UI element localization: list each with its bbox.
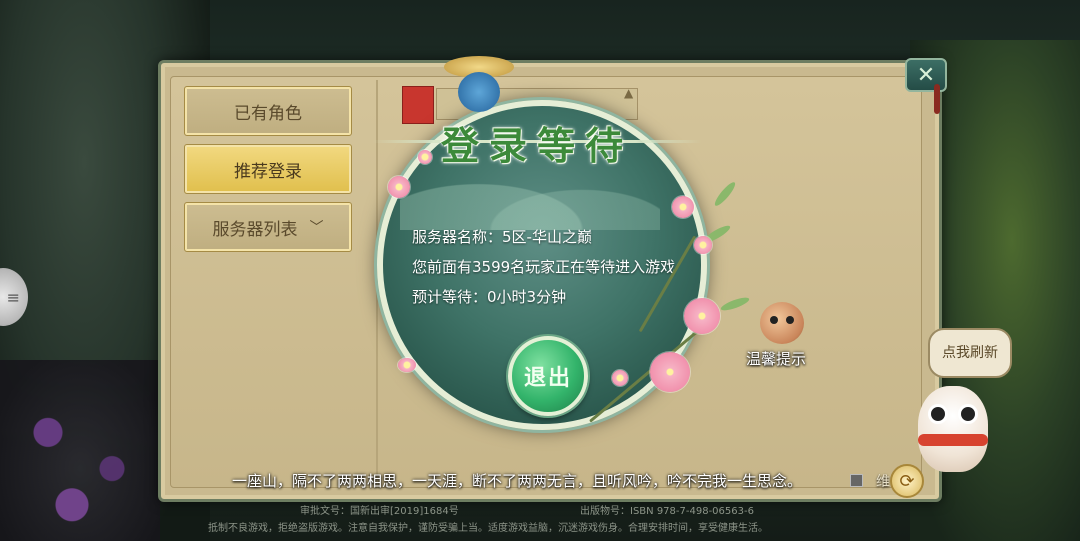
checkbox[interactable] — [850, 474, 863, 487]
warm-tip-label[interactable]: 温馨提示 — [746, 348, 806, 369]
sidebar-item-label: 服务器列表 — [212, 219, 298, 240]
refresh-bubble[interactable]: 点我刷新 — [928, 328, 1012, 378]
server-sidebar — [176, 80, 378, 480]
chevron-down-icon: ﹀ — [309, 220, 324, 236]
side-menu-icon: ≡ — [6, 287, 20, 307]
mascot-face — [458, 72, 500, 112]
approval-number: 审批文号：国新出审[2019]1684号 — [300, 506, 459, 517]
flower-decoration — [388, 176, 410, 198]
purple-flowers — [0, 360, 160, 541]
bird-eye — [770, 316, 778, 324]
owl-eye — [958, 404, 978, 424]
lyric-tail: 维 — [876, 474, 890, 490]
flower-decoration — [612, 370, 628, 386]
lyric-marquee: 一座山，隔不了两两相思，一天涯，断不了两两无言，且听风吟，吟不完我一生思念。 — [232, 472, 803, 490]
sidebar-item-server-list[interactable]: 服务器列表 ﹀ — [184, 202, 352, 252]
refresh-cycle-icon: ⟳ — [899, 470, 915, 492]
exit-button-label: 退出 — [523, 365, 572, 391]
tassel-decoration — [934, 84, 940, 114]
sidebar-item-label: 已有角色 — [234, 103, 302, 124]
close-button[interactable]: ✕ — [905, 58, 947, 92]
sidebar-item-label: 推荐登录 — [234, 161, 302, 182]
owl-mascot[interactable] — [918, 386, 988, 472]
refresh-label: 点我刷新 — [942, 344, 998, 361]
sidebar-item-existing-roles[interactable]: 已有角色 — [184, 86, 352, 136]
owl-scarf — [918, 434, 988, 446]
bird-mascot[interactable] — [760, 302, 804, 344]
mascot-top — [440, 56, 518, 114]
bird-eye — [786, 316, 794, 324]
sidebar-item-recommended-login[interactable]: 推荐登录 — [184, 144, 352, 194]
flower-decoration — [672, 196, 694, 218]
owl-eye — [928, 404, 948, 424]
scroll-up-icon[interactable]: ▲ — [624, 86, 633, 100]
flower-decoration — [650, 352, 690, 392]
server-name-text: 服务器名称：5区-华山之巅 — [412, 228, 592, 246]
queue-text: 您前面有3599名玩家正在等待进入游戏 — [412, 258, 676, 276]
dialog-title: 登录等待 — [440, 122, 633, 168]
flower-decoration — [398, 358, 416, 372]
cycle-button[interactable]: ⟳ — [890, 464, 924, 498]
eta-text: 预计等待：0小时3分钟 — [412, 288, 567, 306]
flower-decoration — [684, 298, 720, 334]
flower-decoration — [418, 150, 432, 164]
flower-decoration — [694, 236, 712, 254]
close-icon: ✕ — [916, 62, 936, 88]
health-notice: 抵制不良游戏，拒绝盗版游戏。注意自我保护，谨防受骗上当。适度游戏益脑，沉迷游戏伤… — [208, 523, 768, 534]
publication-number: 出版物号：ISBN 978-7-498-06563-6 — [580, 506, 754, 517]
exit-button[interactable]: 退出 — [508, 336, 588, 416]
